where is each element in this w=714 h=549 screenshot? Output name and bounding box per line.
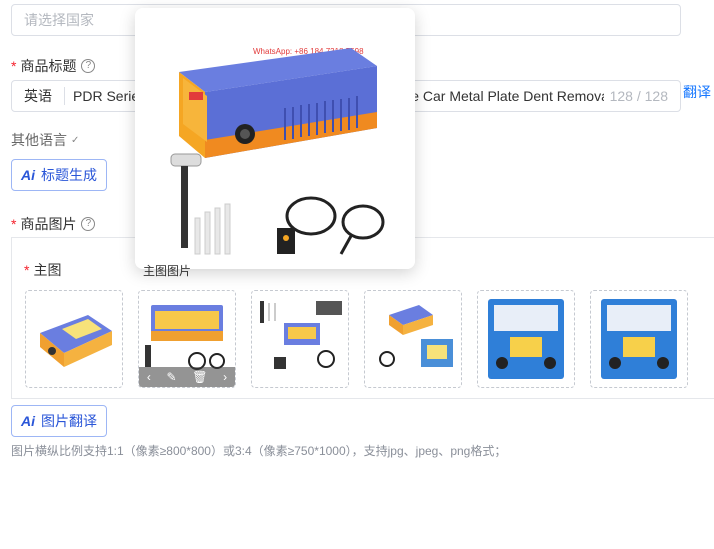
- thumbnail-2[interactable]: ‹ ✎ 🗑 ›: [138, 290, 236, 388]
- required-mark: *: [24, 262, 30, 278]
- dent-puller-case-image: [488, 299, 564, 379]
- delete-icon[interactable]: 🗑: [192, 370, 207, 384]
- char-counter: 128 / 128: [603, 88, 680, 104]
- help-icon[interactable]: ?: [81, 59, 96, 73]
- required-mark: *: [11, 216, 17, 232]
- help-icon[interactable]: ?: [81, 217, 96, 231]
- dent-puller-image: [40, 315, 112, 367]
- ai-icon: Ai: [21, 413, 35, 429]
- required-mark: *: [11, 58, 17, 74]
- ai-image-translate-button[interactable]: Ai 图片翻译: [11, 405, 107, 437]
- dent-puller-accessories-image: [379, 305, 453, 367]
- thumbnail-4[interactable]: [364, 290, 462, 388]
- translate-link[interactable]: 翻译: [683, 82, 711, 102]
- thumbnail-list: ‹ ✎ 🗑 ›: [25, 290, 688, 388]
- ai-title-generate-button[interactable]: Ai 标题生成: [11, 159, 107, 191]
- edit-icon[interactable]: ✎: [167, 370, 177, 384]
- move-right-icon[interactable]: ›: [223, 370, 227, 384]
- thumbnail-1[interactable]: [25, 290, 123, 388]
- dent-puller-case-alt-image: [601, 299, 677, 379]
- other-languages-label: 其他语言: [11, 132, 67, 148]
- other-languages-toggle[interactable]: 其他语言 ✓: [11, 130, 79, 150]
- dent-puller-preview-image: WhatsApp: +86 184 7318 7598: [135, 8, 415, 269]
- ai-image-translate-label: 图片翻译: [41, 413, 97, 429]
- product-images-label: * 商品图片 ?: [11, 214, 96, 234]
- product-title-label: * 商品标题 ?: [11, 56, 96, 76]
- language-select[interactable]: 英语: [12, 87, 65, 105]
- hover-caption: 主图图片: [143, 264, 192, 278]
- image-preview-popover: WhatsApp: +86 184 7318 7598: [135, 8, 415, 269]
- dent-puller-tools-image: [260, 301, 342, 369]
- thumbnail-3[interactable]: [251, 290, 349, 388]
- move-left-icon[interactable]: ‹: [147, 370, 151, 384]
- main-image-label-text: 主图: [33, 262, 62, 278]
- thumbnail-6[interactable]: [590, 290, 688, 388]
- main-image-label: * 主图: [24, 260, 61, 280]
- thumbnail-5[interactable]: [477, 290, 575, 388]
- product-title-label-text: 商品标题: [20, 58, 77, 74]
- chevron-down-icon: ✓: [71, 134, 80, 146]
- product-form-page: 请选择国家 * 商品标题 ? 英语 PDR Series Car Body De…: [0, 0, 714, 549]
- product-images-label-text: 商品图片: [20, 216, 77, 232]
- ai-icon: Ai: [21, 167, 35, 183]
- image-format-hint: 图片横纵比例支持1:1（像素≥800*800）或3:4（像素≥750*1000）…: [11, 444, 507, 458]
- thumbnail-toolbar: ‹ ✎ 🗑 ›: [139, 367, 235, 387]
- ai-title-generate-label: 标题生成: [41, 167, 97, 183]
